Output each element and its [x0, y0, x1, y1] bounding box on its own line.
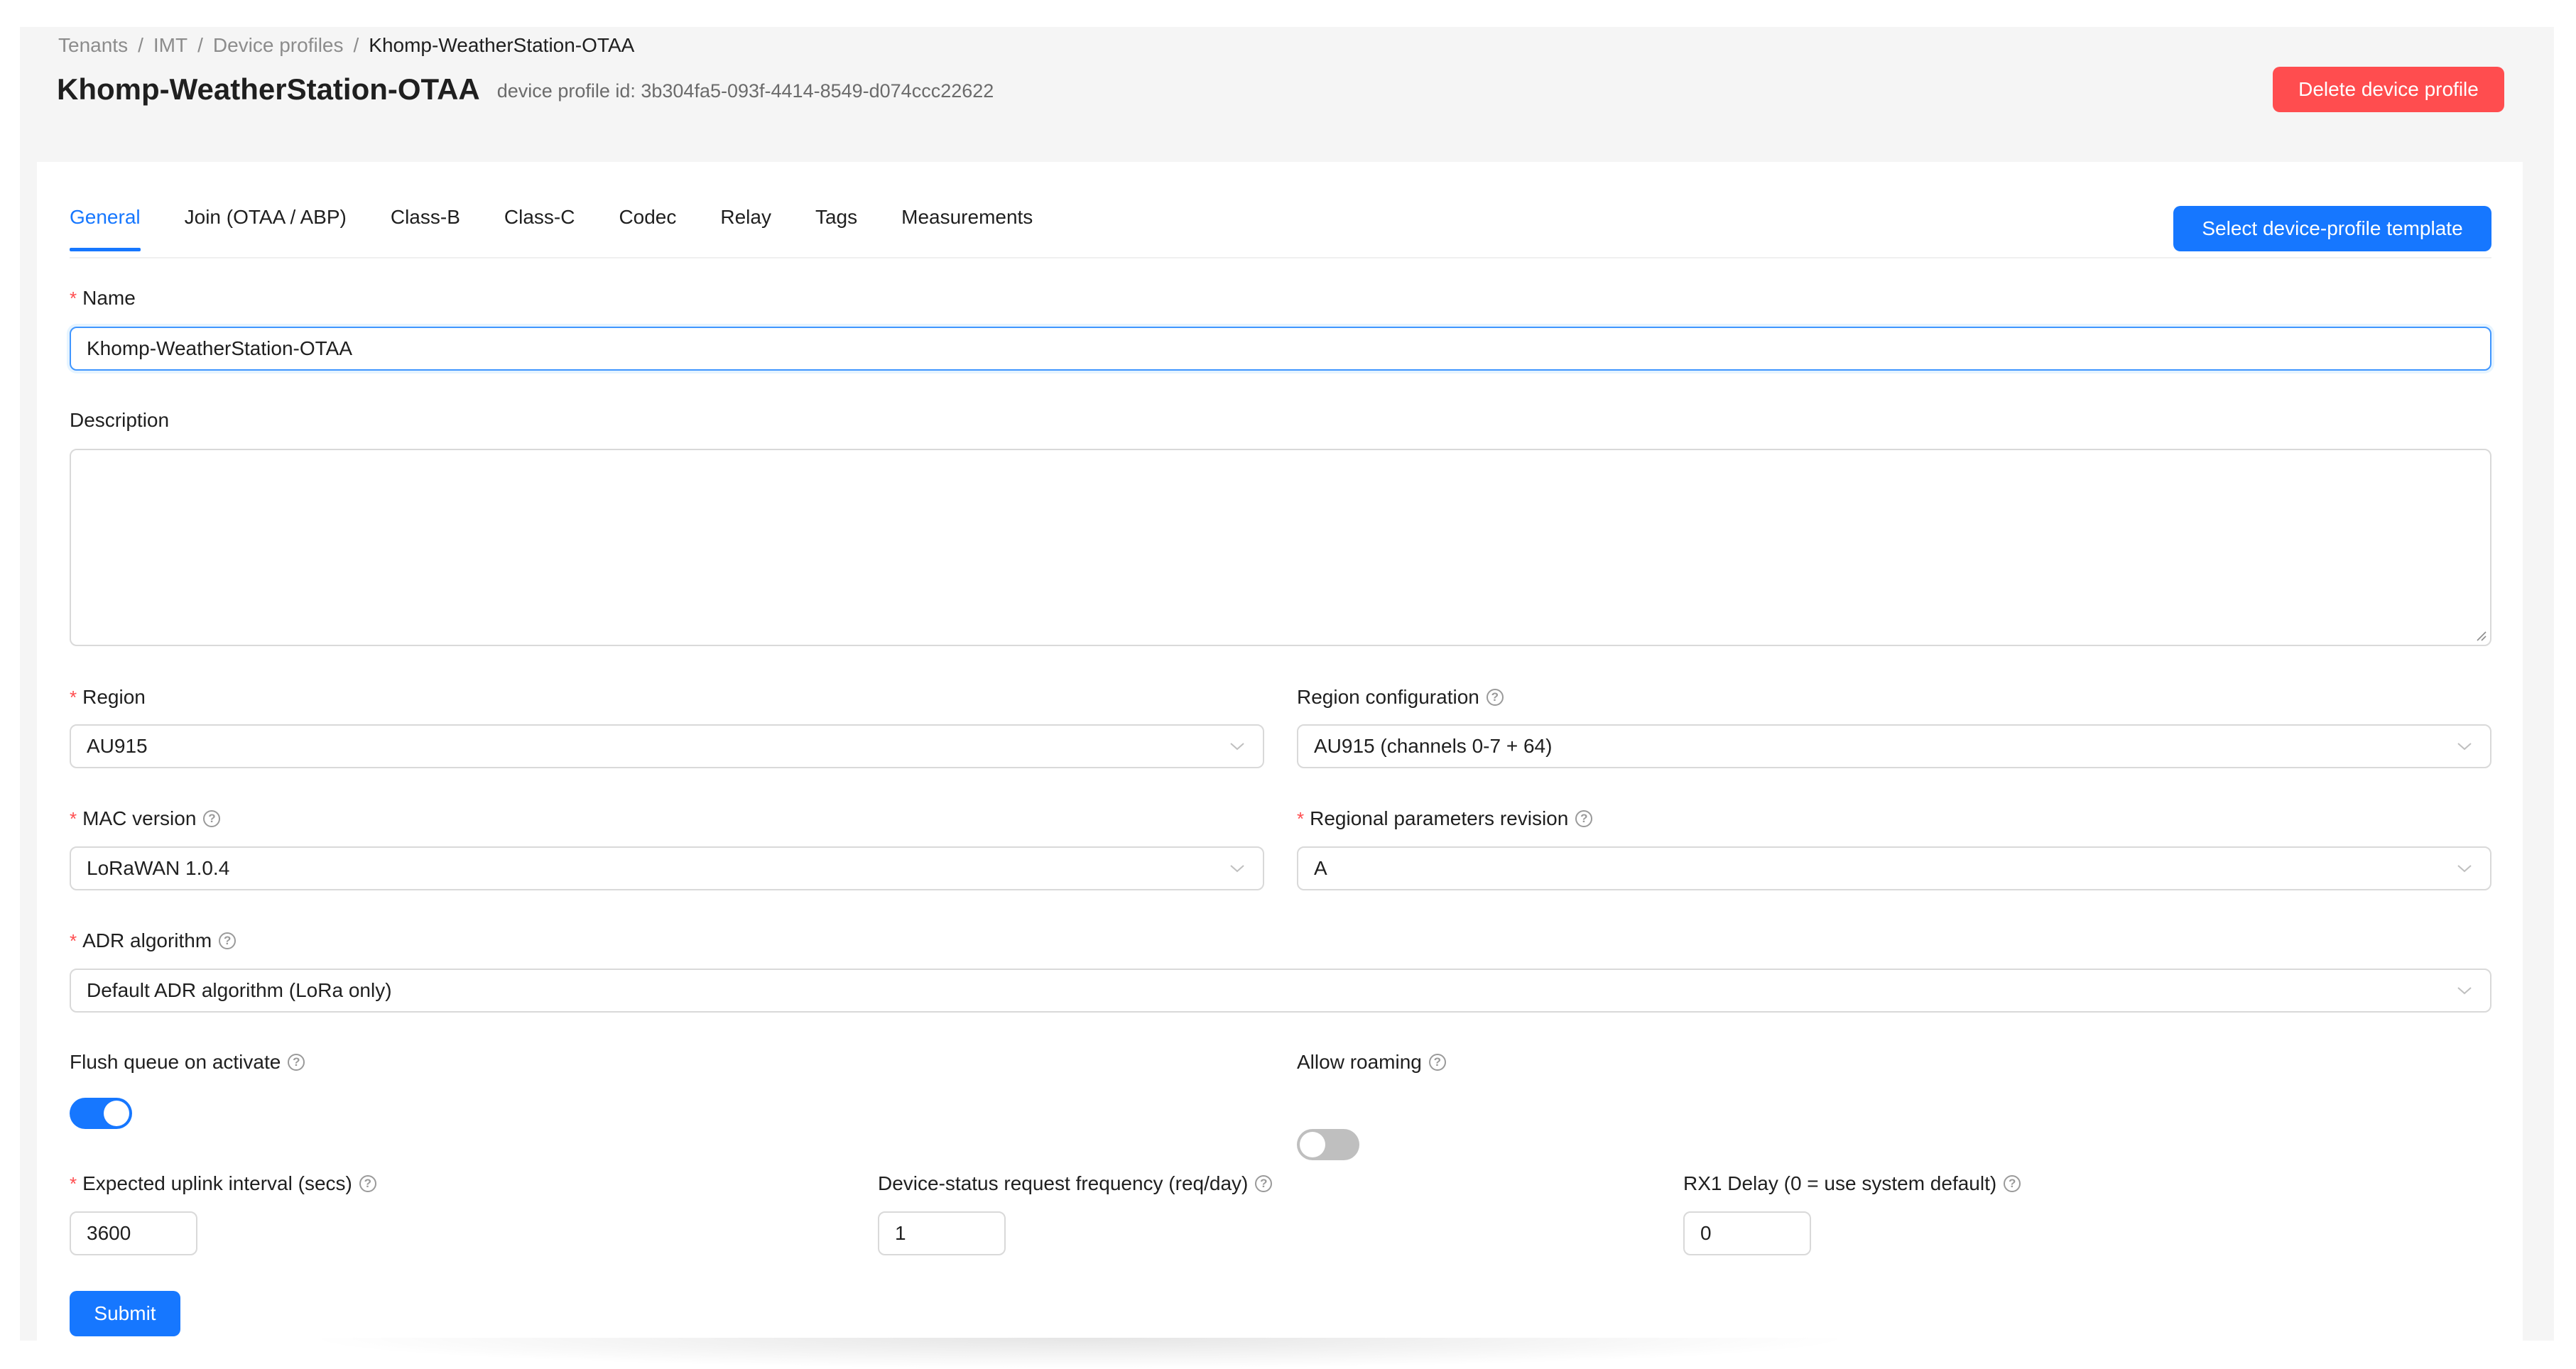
breadcrumb-device-profiles[interactable]: Device profiles — [213, 34, 344, 57]
question-circle-icon[interactable]: ? — [1486, 689, 1504, 706]
reg-params-select[interactable]: A — [1297, 846, 2491, 890]
region-label-text: Region — [82, 686, 146, 708]
breadcrumb-separator: / — [353, 34, 359, 56]
tab-bar: General Join (OTAA / ABP) Class-B Class-… — [70, 206, 1077, 251]
region-value: AU915 — [87, 735, 148, 757]
flush-queue-label: Flush queue on activate ? — [70, 1048, 305, 1076]
flush-queue-label-text: Flush queue on activate — [70, 1051, 281, 1073]
region-config-value: AU915 (channels 0-7 + 64) — [1314, 735, 1553, 757]
required-mark: * — [70, 287, 77, 309]
name-label-text: Name — [82, 287, 136, 309]
page-header: Khomp-WeatherStation-OTAA device profile… — [57, 68, 994, 111]
reg-params-value: A — [1314, 857, 1327, 879]
breadcrumb-current: Khomp-WeatherStation-OTAA — [369, 34, 635, 56]
breadcrumb-separator: / — [197, 34, 203, 56]
page-title: Khomp-WeatherStation-OTAA — [57, 72, 480, 106]
region-config-select[interactable]: AU915 (channels 0-7 + 64) — [1297, 724, 2491, 768]
breadcrumb: Tenants / IMT / Device profiles / Khomp-… — [58, 31, 634, 60]
device-profile-id: device profile id: 3b304fa5-093f-4414-85… — [496, 80, 994, 102]
name-input[interactable]: Khomp-WeatherStation-OTAA — [70, 327, 2491, 371]
description-label-text: Description — [70, 409, 170, 431]
breadcrumb-tenants[interactable]: Tenants — [58, 34, 128, 57]
chevron-down-icon — [1227, 736, 1247, 756]
breadcrumb-separator: / — [138, 34, 143, 56]
status-freq-input[interactable]: 1 — [878, 1211, 1006, 1255]
delete-device-profile-button[interactable]: Delete device profile — [2273, 67, 2504, 112]
submit-button[interactable]: Submit — [70, 1291, 180, 1336]
question-circle-icon[interactable]: ? — [203, 810, 221, 827]
region-config-label-text: Region configuration — [1297, 686, 1479, 708]
uplink-interval-label-text: Expected uplink interval (secs) — [82, 1172, 352, 1194]
required-mark: * — [1297, 807, 1305, 829]
adr-label-text: ADR algorithm — [82, 929, 212, 951]
region-config-label: Region configuration ? — [1297, 683, 1504, 711]
mac-version-label-text: MAC version — [82, 807, 197, 829]
status-freq-label: Device-status request frequency (req/day… — [878, 1169, 1273, 1198]
adr-select[interactable]: Default ADR algorithm (LoRa only) — [70, 969, 2491, 1013]
required-mark: * — [70, 686, 77, 708]
mac-version-value: LoRaWAN 1.0.4 — [87, 857, 230, 879]
rx1-delay-input[interactable]: 0 — [1683, 1211, 1811, 1255]
chevron-down-icon — [2455, 736, 2474, 756]
name-label: * Name — [70, 284, 136, 312]
region-label: * Region — [70, 683, 146, 711]
chevron-down-icon — [2455, 858, 2474, 878]
allow-roaming-label-text: Allow roaming — [1297, 1051, 1422, 1073]
tab-measurements[interactable]: Measurements — [901, 206, 1033, 249]
chevron-down-icon — [2455, 981, 2474, 1000]
question-circle-icon[interactable]: ? — [1255, 1175, 1273, 1192]
tab-general[interactable]: General — [70, 206, 141, 251]
status-freq-label-text: Device-status request frequency (req/day… — [878, 1172, 1249, 1194]
question-circle-icon[interactable]: ? — [219, 932, 237, 949]
question-circle-icon[interactable]: ? — [288, 1054, 305, 1071]
rx1-delay-label-text: RX1 Delay (0 = use system default) — [1683, 1172, 1997, 1194]
tab-class-b[interactable]: Class-B — [391, 206, 460, 249]
adr-value: Default ADR algorithm (LoRa only) — [87, 979, 392, 1001]
tab-tags[interactable]: Tags — [815, 206, 857, 249]
breadcrumb-imt[interactable]: IMT — [153, 34, 188, 57]
description-textarea[interactable] — [70, 449, 2491, 646]
allow-roaming-toggle[interactable] — [1297, 1129, 1359, 1160]
tab-class-c[interactable]: Class-C — [504, 206, 575, 249]
reg-params-label: * Regional parameters revision ? — [1297, 805, 1593, 833]
region-select[interactable]: AU915 — [70, 724, 1264, 768]
select-template-button[interactable]: Select device-profile template — [2173, 206, 2491, 251]
flush-queue-toggle[interactable] — [70, 1098, 132, 1129]
chevron-down-icon — [1227, 858, 1247, 878]
required-mark: * — [70, 1172, 77, 1194]
tab-divider — [70, 257, 2491, 258]
uplink-interval-input[interactable]: 3600 — [70, 1211, 197, 1255]
mac-version-select[interactable]: LoRaWAN 1.0.4 — [70, 846, 1264, 890]
required-mark: * — [70, 807, 77, 829]
description-label: Description — [70, 406, 169, 435]
reg-params-label-text: Regional parameters revision — [1310, 807, 1569, 829]
required-mark: * — [70, 929, 77, 951]
tab-relay[interactable]: Relay — [720, 206, 771, 249]
mac-version-label: * MAC version ? — [70, 805, 221, 833]
allow-roaming-label: Allow roaming ? — [1297, 1048, 1446, 1076]
question-circle-icon[interactable]: ? — [2004, 1175, 2021, 1192]
question-circle-icon[interactable]: ? — [1428, 1054, 1446, 1071]
resize-handle-icon[interactable] — [2474, 629, 2487, 642]
bottom-shadow — [298, 1338, 1861, 1369]
question-circle-icon[interactable]: ? — [359, 1175, 376, 1192]
toggle-knob — [104, 1101, 129, 1126]
adr-label: * ADR algorithm ? — [70, 927, 237, 955]
tab-join[interactable]: Join (OTAA / ABP) — [185, 206, 347, 249]
toggle-knob — [1300, 1132, 1325, 1157]
tab-codec[interactable]: Codec — [619, 206, 676, 249]
rx1-delay-label: RX1 Delay (0 = use system default) ? — [1683, 1169, 2021, 1198]
question-circle-icon[interactable]: ? — [1575, 810, 1593, 827]
uplink-interval-label: * Expected uplink interval (secs) ? — [70, 1169, 376, 1198]
